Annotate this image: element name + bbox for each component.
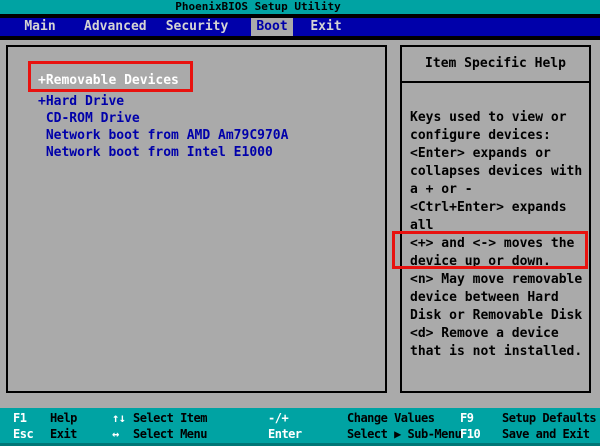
content-area: +Removable Devices +Hard Drive CD-ROM Dri…: [0, 40, 600, 408]
legend-key: F9: [460, 410, 502, 426]
help-line: <Ctrl+Enter> expands: [410, 199, 585, 217]
legend-description: Setup Defaults: [502, 410, 600, 426]
boot-item[interactable]: Network boot from AMD Am79C970A: [38, 127, 385, 144]
tab-exit[interactable]: Exit: [308, 18, 344, 36]
legend-description: Help: [50, 410, 112, 426]
legend-key: F10: [460, 426, 502, 442]
key-legend-row: F1Help↑↓Select Item-/+Change ValuesF9Set…: [0, 410, 600, 426]
legend-key: ↔: [112, 426, 133, 442]
legend-key: Enter: [268, 426, 347, 442]
legend-description: Select Menu: [133, 426, 268, 442]
help-line: <+> and <-> moves the: [410, 235, 585, 253]
legend-description: Exit: [50, 426, 112, 442]
help-line: all: [410, 217, 585, 235]
legend-key: F1: [13, 410, 50, 426]
help-panel: Item Specific Help Keys used to view orc…: [400, 45, 591, 393]
boot-item[interactable]: +Hard Drive: [38, 93, 385, 110]
legend-description: Select Item: [133, 410, 268, 426]
legend-description: Save and Exit: [502, 426, 600, 442]
help-line: device up or down.: [410, 253, 585, 271]
title-bar: PhoenixBIOS Setup Utility: [0, 0, 600, 14]
tab-main[interactable]: Main: [16, 18, 64, 36]
page-title: PhoenixBIOS Setup Utility: [175, 0, 341, 13]
legend-key: -/+: [268, 410, 347, 426]
help-line: collapses devices with: [410, 163, 585, 181]
legend-key: Esc: [13, 426, 50, 442]
help-line: Keys used to view or: [410, 109, 585, 127]
tab-advanced[interactable]: Advanced: [84, 18, 146, 36]
boot-device-list: +Removable Devices +Hard Drive CD-ROM Dri…: [8, 47, 385, 161]
help-panel-title: Item Specific Help: [402, 47, 589, 83]
menu-bar: Main Advanced Security Boot Exit: [0, 18, 600, 36]
help-panel-body: Keys used to view orconfigure devices:<E…: [402, 83, 589, 361]
help-line: device between Hard: [410, 289, 585, 307]
help-line: that is not installed.: [410, 343, 585, 361]
legend-description: Select ▶ Sub-Menu: [347, 426, 460, 442]
boot-item[interactable]: Network boot from Intel E1000: [38, 144, 385, 161]
legend-key: ↑↓: [112, 410, 133, 426]
tab-security[interactable]: Security: [164, 18, 230, 36]
legend-description: Change Values: [347, 410, 460, 426]
help-line: <n> May move removable: [410, 271, 585, 289]
help-line: Disk or Removable Disk: [410, 307, 585, 325]
tab-boot[interactable]: Boot: [251, 18, 293, 36]
help-line: a + or -: [410, 181, 585, 199]
help-line: <Enter> expands or: [410, 145, 585, 163]
boot-priority-panel: +Removable Devices +Hard Drive CD-ROM Dri…: [6, 45, 387, 393]
help-line: configure devices:: [410, 127, 585, 145]
key-legend-bar: F1Help↑↓Select Item-/+Change ValuesF9Set…: [0, 408, 600, 446]
boot-item[interactable]: CD-ROM Drive: [38, 110, 385, 127]
help-line: <d> Remove a device: [410, 325, 585, 343]
key-legend-row: EscExit↔Select MenuEnterSelect ▶ Sub-Men…: [0, 426, 600, 442]
boot-item[interactable]: +Removable Devices: [38, 72, 385, 89]
